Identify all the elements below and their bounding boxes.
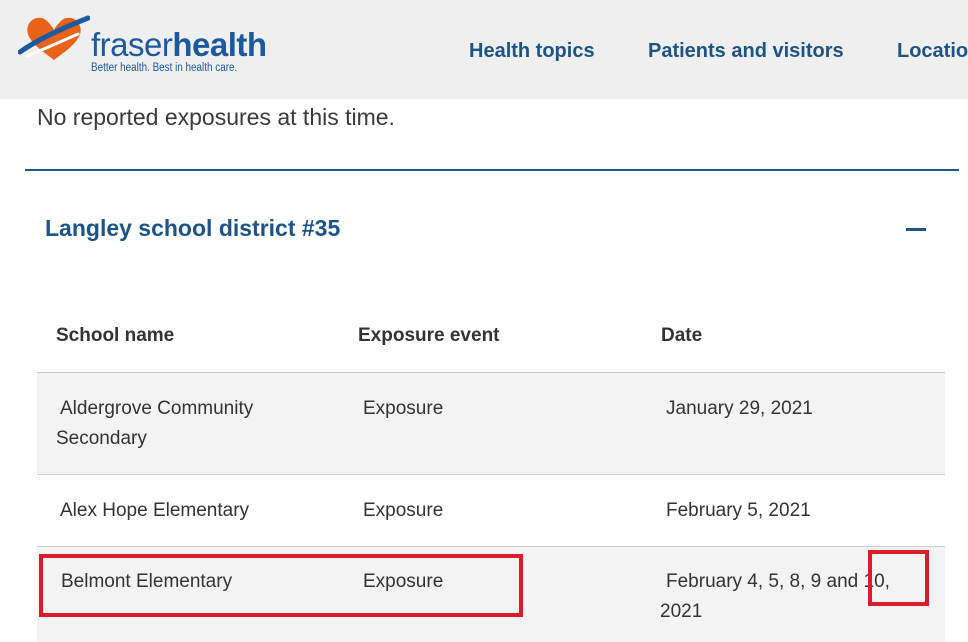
main-nav: Health topics Patients and visitors Loca…: [0, 40, 968, 68]
column-header-date: Date: [661, 325, 703, 346]
cell-school-name: Belmont Elementary: [61, 571, 233, 592]
table-row: Alex Hope Elementary Exposure February 5…: [37, 474, 945, 547]
cell-exposure-event: Exposure: [363, 398, 444, 419]
column-header-exposure-event: Exposure event: [358, 325, 500, 346]
no-exposures-notice: No reported exposures at this time.: [37, 104, 395, 130]
date-line2: 2021: [660, 601, 703, 622]
minus-icon[interactable]: [906, 228, 926, 231]
section-divider: [25, 169, 959, 171]
nav-patients-and-visitors[interactable]: Patients and visitors: [648, 40, 844, 63]
column-header-school-name: School name: [56, 325, 175, 346]
cell-exposure-event: Exposure: [363, 500, 444, 521]
nav-health-topics[interactable]: Health topics: [469, 40, 595, 63]
site-header: fraserhealth Better health. Best in heal…: [0, 0, 968, 99]
cell-school-name: Aldergrove Community Secondary: [56, 394, 296, 454]
cell-exposure-event: Exposure: [363, 571, 444, 592]
cell-date: February 4, 5, 8, 9 and 10, 2021: [660, 567, 930, 627]
section-title-langley[interactable]: Langley school district #35: [45, 215, 340, 242]
date-line1: February 4, 5, 8, 9 and 10,: [666, 571, 890, 592]
table-row: Belmont Elementary Exposure February 4, …: [37, 546, 945, 642]
nav-locations[interactable]: Locatio: [897, 40, 968, 63]
cell-date: January 29, 2021: [666, 398, 813, 419]
school-name-line1: Aldergrove Community: [60, 398, 254, 419]
cell-date: February 5, 2021: [666, 500, 811, 521]
table-row: Aldergrove Community Secondary Exposure …: [37, 372, 945, 474]
school-name-line2: Secondary: [56, 428, 147, 449]
cell-school-name: Alex Hope Elementary: [60, 500, 250, 521]
